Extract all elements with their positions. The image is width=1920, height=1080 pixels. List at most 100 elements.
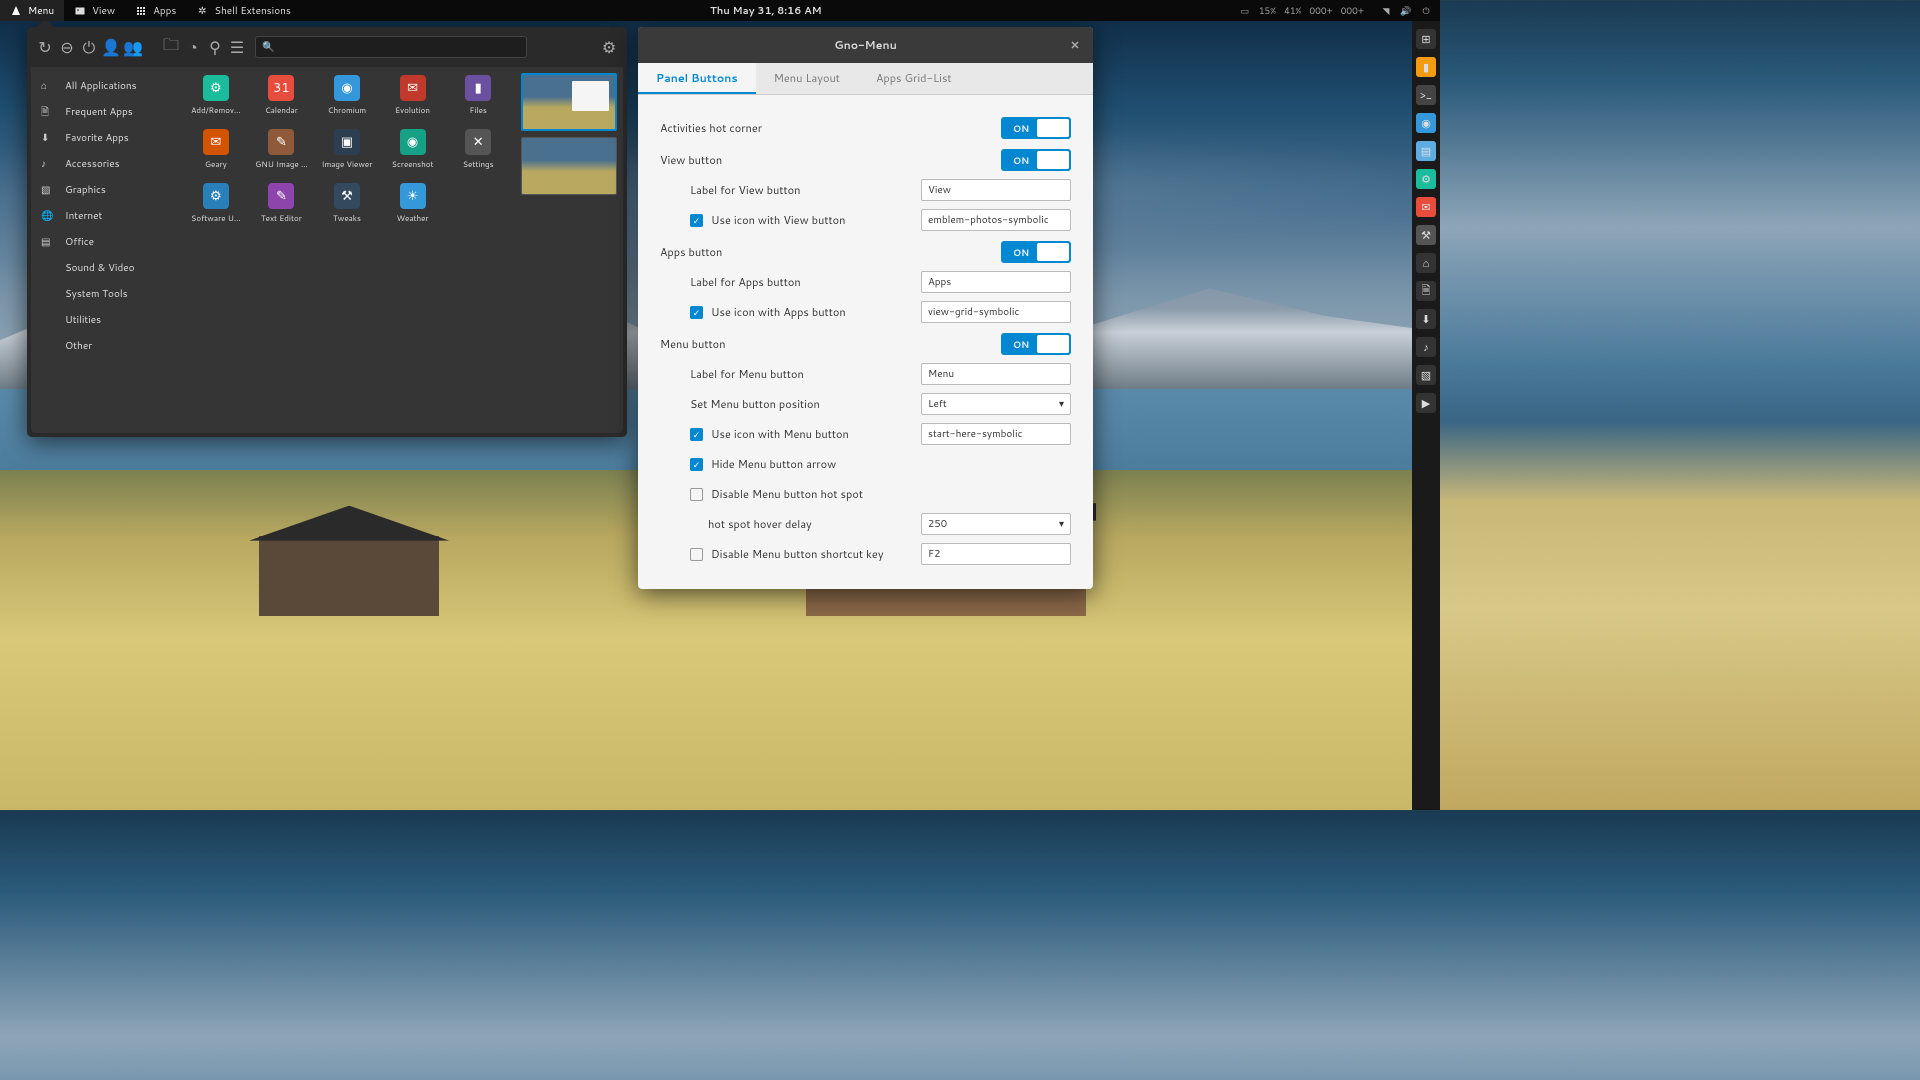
close-button[interactable]: ✕ — [1067, 37, 1083, 53]
cat-label: Utilities — [65, 313, 101, 327]
cat-label: Internet — [65, 209, 102, 223]
sidebar-item[interactable]: ⬇Favorite Apps — [31, 125, 179, 151]
app-item[interactable]: ◉Screenshot — [380, 129, 446, 183]
web-icon[interactable]: ◔ — [185, 39, 201, 55]
panel-menu-button[interactable]: Menu — [0, 0, 64, 21]
menu-pos-select[interactable]: Left▾ — [921, 393, 1071, 415]
app-item[interactable]: ✉Geary — [183, 129, 249, 183]
disable-hotspot-check[interactable] — [690, 488, 703, 501]
app-label: Screenshot — [392, 158, 434, 170]
dock-geary[interactable]: ✉ — [1416, 197, 1436, 217]
app-icon: ⚒ — [334, 183, 360, 209]
files-icon[interactable]: 🗀 — [163, 39, 179, 55]
dock-music[interactable]: ♪ — [1416, 337, 1436, 357]
suspend-icon[interactable]: ⊖ — [59, 39, 75, 55]
panel-clock[interactable]: Thu May 31, 8:16 AM — [700, 0, 832, 21]
view-label-input[interactable] — [921, 179, 1071, 201]
app-item[interactable]: ⚙Add/Remov... — [183, 75, 249, 129]
panel-apps-button[interactable]: Apps — [125, 0, 186, 21]
cat-icon — [41, 339, 55, 353]
app-item[interactable]: ✉Evolution — [380, 75, 446, 129]
tab-apps-gridlist[interactable]: Apps Grid-List — [858, 63, 970, 94]
view-toggle[interactable]: ON — [1001, 149, 1071, 171]
workspace-thumb-1[interactable] — [521, 73, 617, 131]
app-item[interactable]: ✕Settings — [445, 129, 511, 183]
app-item[interactable]: ▮Files — [445, 75, 511, 129]
activities-toggle[interactable]: ON — [1001, 117, 1071, 139]
app-item[interactable]: ◉Chromium — [314, 75, 380, 129]
sidebar-item[interactable]: ⌂All Applications — [31, 73, 179, 99]
menu-useicon-check[interactable]: ✓ — [690, 428, 703, 441]
dock-pictures[interactable]: ▧ — [1416, 365, 1436, 385]
dock-documents[interactable]: 🗎 — [1416, 281, 1436, 301]
dock-chromium[interactable]: ◉ — [1416, 113, 1436, 133]
sidebar-item[interactable]: 🗎Frequent Apps — [31, 99, 179, 125]
app-icon: ✎ — [268, 129, 294, 155]
tab-panel-buttons[interactable]: Panel Buttons — [638, 63, 756, 94]
panel-status-area[interactable]: ▭ 15% 41% 000+ 000+ — [1231, 4, 1372, 17]
settings-icon[interactable]: ⚙ — [601, 39, 617, 55]
shortcut-input[interactable] — [921, 543, 1071, 565]
panel-view-button[interactable]: View — [64, 0, 125, 21]
hover-delay-select[interactable]: 250▾ — [921, 513, 1071, 535]
disable-shortcut-check[interactable] — [690, 548, 703, 561]
sidebar-item[interactable]: System Tools — [31, 281, 179, 307]
dialog-titlebar[interactable]: Gno-Menu ✕ — [638, 27, 1093, 63]
hide-arrow-check[interactable]: ✓ — [690, 458, 703, 471]
apps-useicon-check[interactable]: ✓ — [690, 306, 703, 319]
menu-icon-input[interactable] — [921, 423, 1071, 445]
dock-videos[interactable]: ▶ — [1416, 393, 1436, 413]
lock-icon[interactable]: 👥 — [125, 39, 141, 55]
sidebar-item[interactable]: 🌐Internet — [31, 203, 179, 229]
tab-menu-layout[interactable]: Menu Layout — [756, 63, 858, 94]
gnomenu-settings-dialog: Gno-Menu ✕ Panel Buttons Menu Layout App… — [638, 27, 1093, 589]
app-label: Software U... — [191, 212, 241, 224]
sidebar-item[interactable]: Utilities — [31, 307, 179, 333]
app-item[interactable]: ☀Weather — [380, 183, 446, 237]
sidebar-item[interactable]: ♪Accessories — [31, 151, 179, 177]
apps-label-input[interactable] — [921, 271, 1071, 293]
menu-label-input[interactable] — [921, 363, 1071, 385]
app-item[interactable]: ✎GNU Image ... — [249, 129, 315, 183]
dock-desktop[interactable]: ▤ — [1416, 141, 1436, 161]
shutdown-icon[interactable]: ⏻ — [81, 39, 97, 55]
logout-icon[interactable]: 👤 — [103, 39, 119, 55]
workspace-thumb-2[interactable] — [521, 137, 617, 195]
extensions-icon[interactable]: ⚲ — [207, 39, 223, 55]
view-useicon-check[interactable]: ✓ — [690, 214, 703, 227]
panel-system-menu[interactable]: ◥ 🔊 ⏻ — [1372, 5, 1440, 17]
sidebar-item[interactable]: Sound & Video — [31, 255, 179, 281]
view-section-label: View button — [660, 152, 1001, 168]
cat-icon — [41, 287, 55, 301]
dock-files[interactable]: ▮ — [1416, 57, 1436, 77]
menu-toggle[interactable]: ON — [1001, 333, 1071, 355]
search-input[interactable] — [274, 40, 520, 54]
restart-icon[interactable]: ↻ — [37, 39, 53, 55]
dock-terminal[interactable]: >_ — [1416, 85, 1436, 105]
apps-icon-input[interactable] — [921, 301, 1071, 323]
dock-tweaks[interactable]: ⚒ — [1416, 225, 1436, 245]
sidebar-item[interactable]: Other — [31, 333, 179, 359]
app-label: Add/Remov... — [191, 104, 241, 116]
app-item[interactable]: ✎Text Editor — [249, 183, 315, 237]
photos-icon — [74, 5, 86, 17]
app-item[interactable]: ▣Image Viewer — [314, 129, 380, 183]
menu-useicon-label: Use icon with Menu button — [711, 426, 921, 442]
apps-toggle[interactable]: ON — [1001, 241, 1071, 263]
app-icon: 31 — [268, 75, 294, 101]
search-box[interactable]: 🔍 — [255, 36, 527, 58]
view-icon-input[interactable] — [921, 209, 1071, 231]
brightness-percent: 41% — [1284, 4, 1301, 17]
app-item[interactable]: ⚙Software U... — [183, 183, 249, 237]
dock-downloads[interactable]: ⬇ — [1416, 309, 1436, 329]
app-item[interactable]: 31Calendar — [249, 75, 315, 129]
panel-shell-extensions[interactable]: ✲ Shell Extensions — [186, 0, 301, 21]
dock-software[interactable]: ⚙ — [1416, 169, 1436, 189]
list-view-icon[interactable]: ☰ — [229, 39, 245, 55]
sidebar-item[interactable]: ▤Office — [31, 229, 179, 255]
dock-overview[interactable]: ⊞ — [1416, 29, 1436, 49]
dock-home[interactable]: ⌂ — [1416, 253, 1436, 273]
app-item[interactable]: ⚒Tweaks — [314, 183, 380, 237]
gno-menu-popup: ↻ ⊖ ⏻ 👤 👥 🗀 ◔ ⚲ ☰ 🔍 ⚙ ⌂All Applications🗎… — [27, 27, 627, 437]
sidebar-item[interactable]: ▧Graphics — [31, 177, 179, 203]
